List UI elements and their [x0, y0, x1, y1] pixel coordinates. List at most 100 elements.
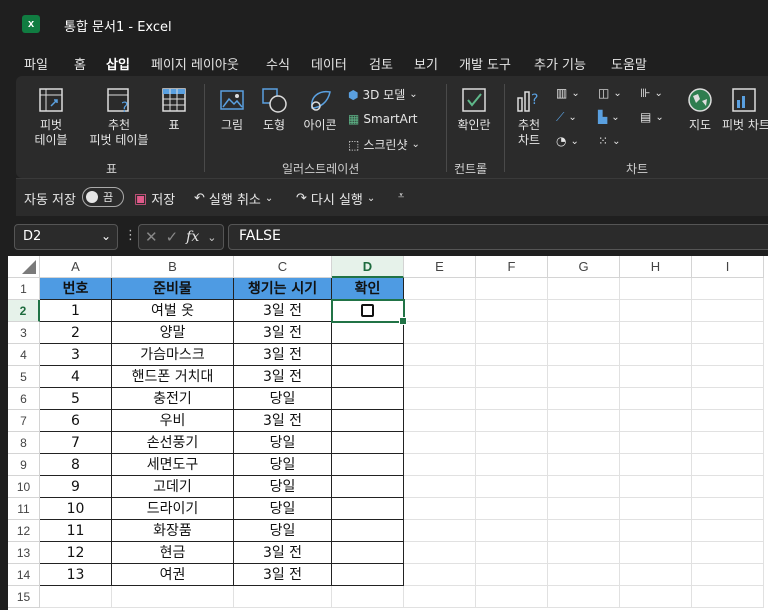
- cell[interactable]: [476, 366, 548, 388]
- undo-button[interactable]: ↶ 실행 취소 ⌄: [194, 189, 273, 208]
- cell[interactable]: [548, 432, 620, 454]
- table-cell[interactable]: 3일 전: [234, 564, 332, 586]
- cell[interactable]: [476, 344, 548, 366]
- table-cell[interactable]: 고데기: [112, 476, 234, 498]
- cell[interactable]: [404, 432, 476, 454]
- cell[interactable]: [692, 300, 764, 322]
- pie-chart-button[interactable]: ◔ ⌄: [556, 134, 579, 148]
- cell[interactable]: [620, 322, 692, 344]
- cell[interactable]: [404, 322, 476, 344]
- statistic-chart-button[interactable]: ▙ ⌄: [598, 110, 620, 124]
- cell[interactable]: [404, 388, 476, 410]
- table-cell[interactable]: 2: [40, 322, 112, 344]
- row-header[interactable]: 6: [8, 388, 40, 410]
- table-cell[interactable]: 10: [40, 498, 112, 520]
- cell[interactable]: [404, 564, 476, 586]
- redo-button[interactable]: ↷ 다시 실행 ⌄: [296, 189, 375, 208]
- enter-icon[interactable]: ✓: [166, 228, 179, 246]
- cell[interactable]: [332, 366, 404, 388]
- row-header[interactable]: 2: [8, 300, 40, 322]
- icons-button[interactable]: 아이콘: [298, 86, 342, 133]
- cell[interactable]: [476, 498, 548, 520]
- autosave-toggle[interactable]: 끔: [82, 187, 124, 207]
- cell[interactable]: [692, 586, 764, 608]
- cell[interactable]: [332, 542, 404, 564]
- cell[interactable]: [404, 476, 476, 498]
- cell[interactable]: [548, 520, 620, 542]
- cell[interactable]: [620, 542, 692, 564]
- cell[interactable]: [404, 520, 476, 542]
- cell[interactable]: [548, 586, 620, 608]
- row-header[interactable]: 9: [8, 454, 40, 476]
- column-header-a[interactable]: A: [40, 256, 112, 278]
- table-cell[interactable]: 3일 전: [234, 410, 332, 432]
- row-header[interactable]: 15: [8, 586, 40, 608]
- cell[interactable]: [548, 542, 620, 564]
- spreadsheet-grid[interactable]: A B C D E F G H I 1 2 3 4 5 6 7 8 9 10 11 12 13 14 15 번호 준비물 챙기는 시…: [8, 256, 768, 610]
- cell[interactable]: [692, 388, 764, 410]
- cell[interactable]: [620, 586, 692, 608]
- cell[interactable]: [404, 542, 476, 564]
- table-header-cell[interactable]: 확인: [332, 278, 404, 300]
- cell[interactable]: [548, 388, 620, 410]
- cell[interactable]: [112, 586, 234, 608]
- cell[interactable]: [476, 564, 548, 586]
- table-cell[interactable]: 3일 전: [234, 344, 332, 366]
- tab-view[interactable]: 보기: [414, 54, 438, 73]
- tab-file[interactable]: 파일: [24, 54, 48, 73]
- table-cell[interactable]: 7: [40, 432, 112, 454]
- row-header[interactable]: 11: [8, 498, 40, 520]
- tab-insert[interactable]: 삽입: [106, 54, 130, 79]
- row-header[interactable]: 8: [8, 432, 40, 454]
- cell[interactable]: [548, 300, 620, 322]
- cell[interactable]: [620, 520, 692, 542]
- cell[interactable]: [404, 586, 476, 608]
- customize-qat-button[interactable]: ⩡: [398, 189, 404, 203]
- table-cell[interactable]: 여벌 옷: [112, 300, 234, 322]
- cell[interactable]: [332, 344, 404, 366]
- more-options-icon[interactable]: ⋮: [124, 228, 137, 243]
- cell[interactable]: [332, 564, 404, 586]
- table-cell[interactable]: 세면도구: [112, 454, 234, 476]
- cell[interactable]: [332, 520, 404, 542]
- table-cell[interactable]: 4: [40, 366, 112, 388]
- row-header[interactable]: 1: [8, 278, 40, 300]
- cell[interactable]: [476, 586, 548, 608]
- cell[interactable]: [476, 432, 548, 454]
- hierarchy-chart-button[interactable]: ◫ ⌄: [598, 86, 622, 100]
- cell[interactable]: [404, 410, 476, 432]
- column-header-g[interactable]: G: [548, 256, 620, 278]
- cell[interactable]: [476, 278, 548, 300]
- table-cell[interactable]: 3일 전: [234, 366, 332, 388]
- pivot-chart-button[interactable]: 피벗 차트: [722, 86, 768, 133]
- cell[interactable]: [620, 278, 692, 300]
- table-cell[interactable]: 9: [40, 476, 112, 498]
- cell[interactable]: [332, 410, 404, 432]
- insert-function-icon[interactable]: fx: [186, 229, 199, 245]
- pivot-table-button[interactable]: 피벗 테이블: [26, 86, 76, 148]
- scatter-chart-button[interactable]: ⁙ ⌄: [598, 134, 620, 148]
- combo-chart-button[interactable]: ▤ ⌄: [640, 110, 664, 124]
- cell[interactable]: [548, 564, 620, 586]
- 3d-models-button[interactable]: ⬢ 3D 모델 ⌄: [348, 86, 418, 103]
- recommended-charts-button[interactable]: ? 추천 차트: [510, 86, 548, 148]
- line-chart-button[interactable]: ⟋ ⌄: [556, 110, 577, 125]
- cell[interactable]: [692, 366, 764, 388]
- table-header-cell[interactable]: 준비물: [112, 278, 234, 300]
- table-cell[interactable]: 12: [40, 542, 112, 564]
- cell[interactable]: [620, 366, 692, 388]
- cell[interactable]: [404, 498, 476, 520]
- formula-input[interactable]: FALSE: [228, 224, 768, 250]
- table-button[interactable]: 표: [156, 86, 192, 133]
- tab-home[interactable]: 홈: [74, 54, 86, 73]
- cell[interactable]: [476, 520, 548, 542]
- cell[interactable]: [332, 498, 404, 520]
- table-cell[interactable]: 여권: [112, 564, 234, 586]
- table-cell[interactable]: 8: [40, 454, 112, 476]
- cell[interactable]: [332, 476, 404, 498]
- cell[interactable]: [332, 300, 404, 322]
- cell[interactable]: [548, 366, 620, 388]
- table-header-cell[interactable]: 번호: [40, 278, 112, 300]
- cell[interactable]: [548, 344, 620, 366]
- cell[interactable]: [332, 454, 404, 476]
